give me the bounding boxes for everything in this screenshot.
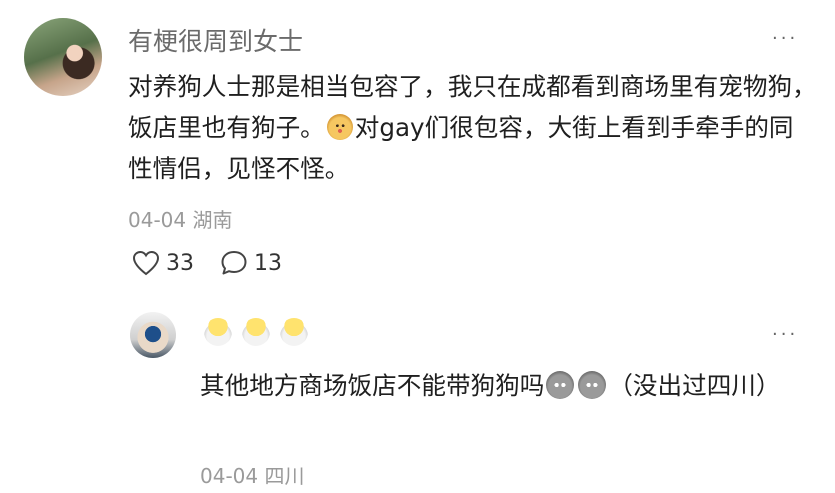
action-bar: 33 13	[132, 250, 308, 276]
reply-username[interactable]	[204, 318, 308, 346]
gray-face-emoji-icon	[578, 371, 607, 399]
reply-count: 13	[254, 250, 282, 276]
comment-bubble-icon	[221, 251, 247, 275]
comment-meta: 04-04 湖南	[128, 204, 232, 233]
chick-emoji-icon	[242, 318, 270, 346]
reply-avatar[interactable]	[130, 312, 176, 358]
reply-location: 四川	[264, 464, 305, 488]
avatar[interactable]	[24, 18, 102, 96]
like-count: 33	[166, 250, 194, 276]
reply-text-part1: 其他地方商场饭店不能带狗狗吗	[200, 371, 545, 400]
reply-more-options-icon[interactable]: ···	[772, 326, 798, 344]
comment-text: 对养狗人士那是相当包容了，我只在成都看到商场里有宠物狗，饭店里也有狗子。 对gay…	[128, 66, 818, 189]
reply-button[interactable]: 13	[220, 250, 282, 276]
reply-text: 其他地方商场饭店不能带狗狗吗 （没出过四川）	[200, 366, 820, 406]
reply-date: 04-04	[200, 464, 259, 488]
reply-meta: 04-04 四川	[200, 460, 304, 489]
heart-icon	[132, 250, 160, 276]
comment-location: 湖南	[192, 208, 233, 232]
username[interactable]: 有梗很周到女士	[128, 22, 303, 58]
gray-face-emoji-icon	[546, 371, 575, 399]
comment-date: 04-04	[128, 208, 187, 232]
more-options-icon[interactable]: ···	[772, 30, 798, 48]
chick-emoji-icon	[204, 318, 232, 346]
like-button[interactable]: 33	[132, 250, 194, 276]
chick-emoji-icon	[280, 318, 308, 346]
bun-face-emoji-icon	[326, 114, 353, 140]
reply-text-part2: （没出过四川）	[608, 371, 781, 400]
